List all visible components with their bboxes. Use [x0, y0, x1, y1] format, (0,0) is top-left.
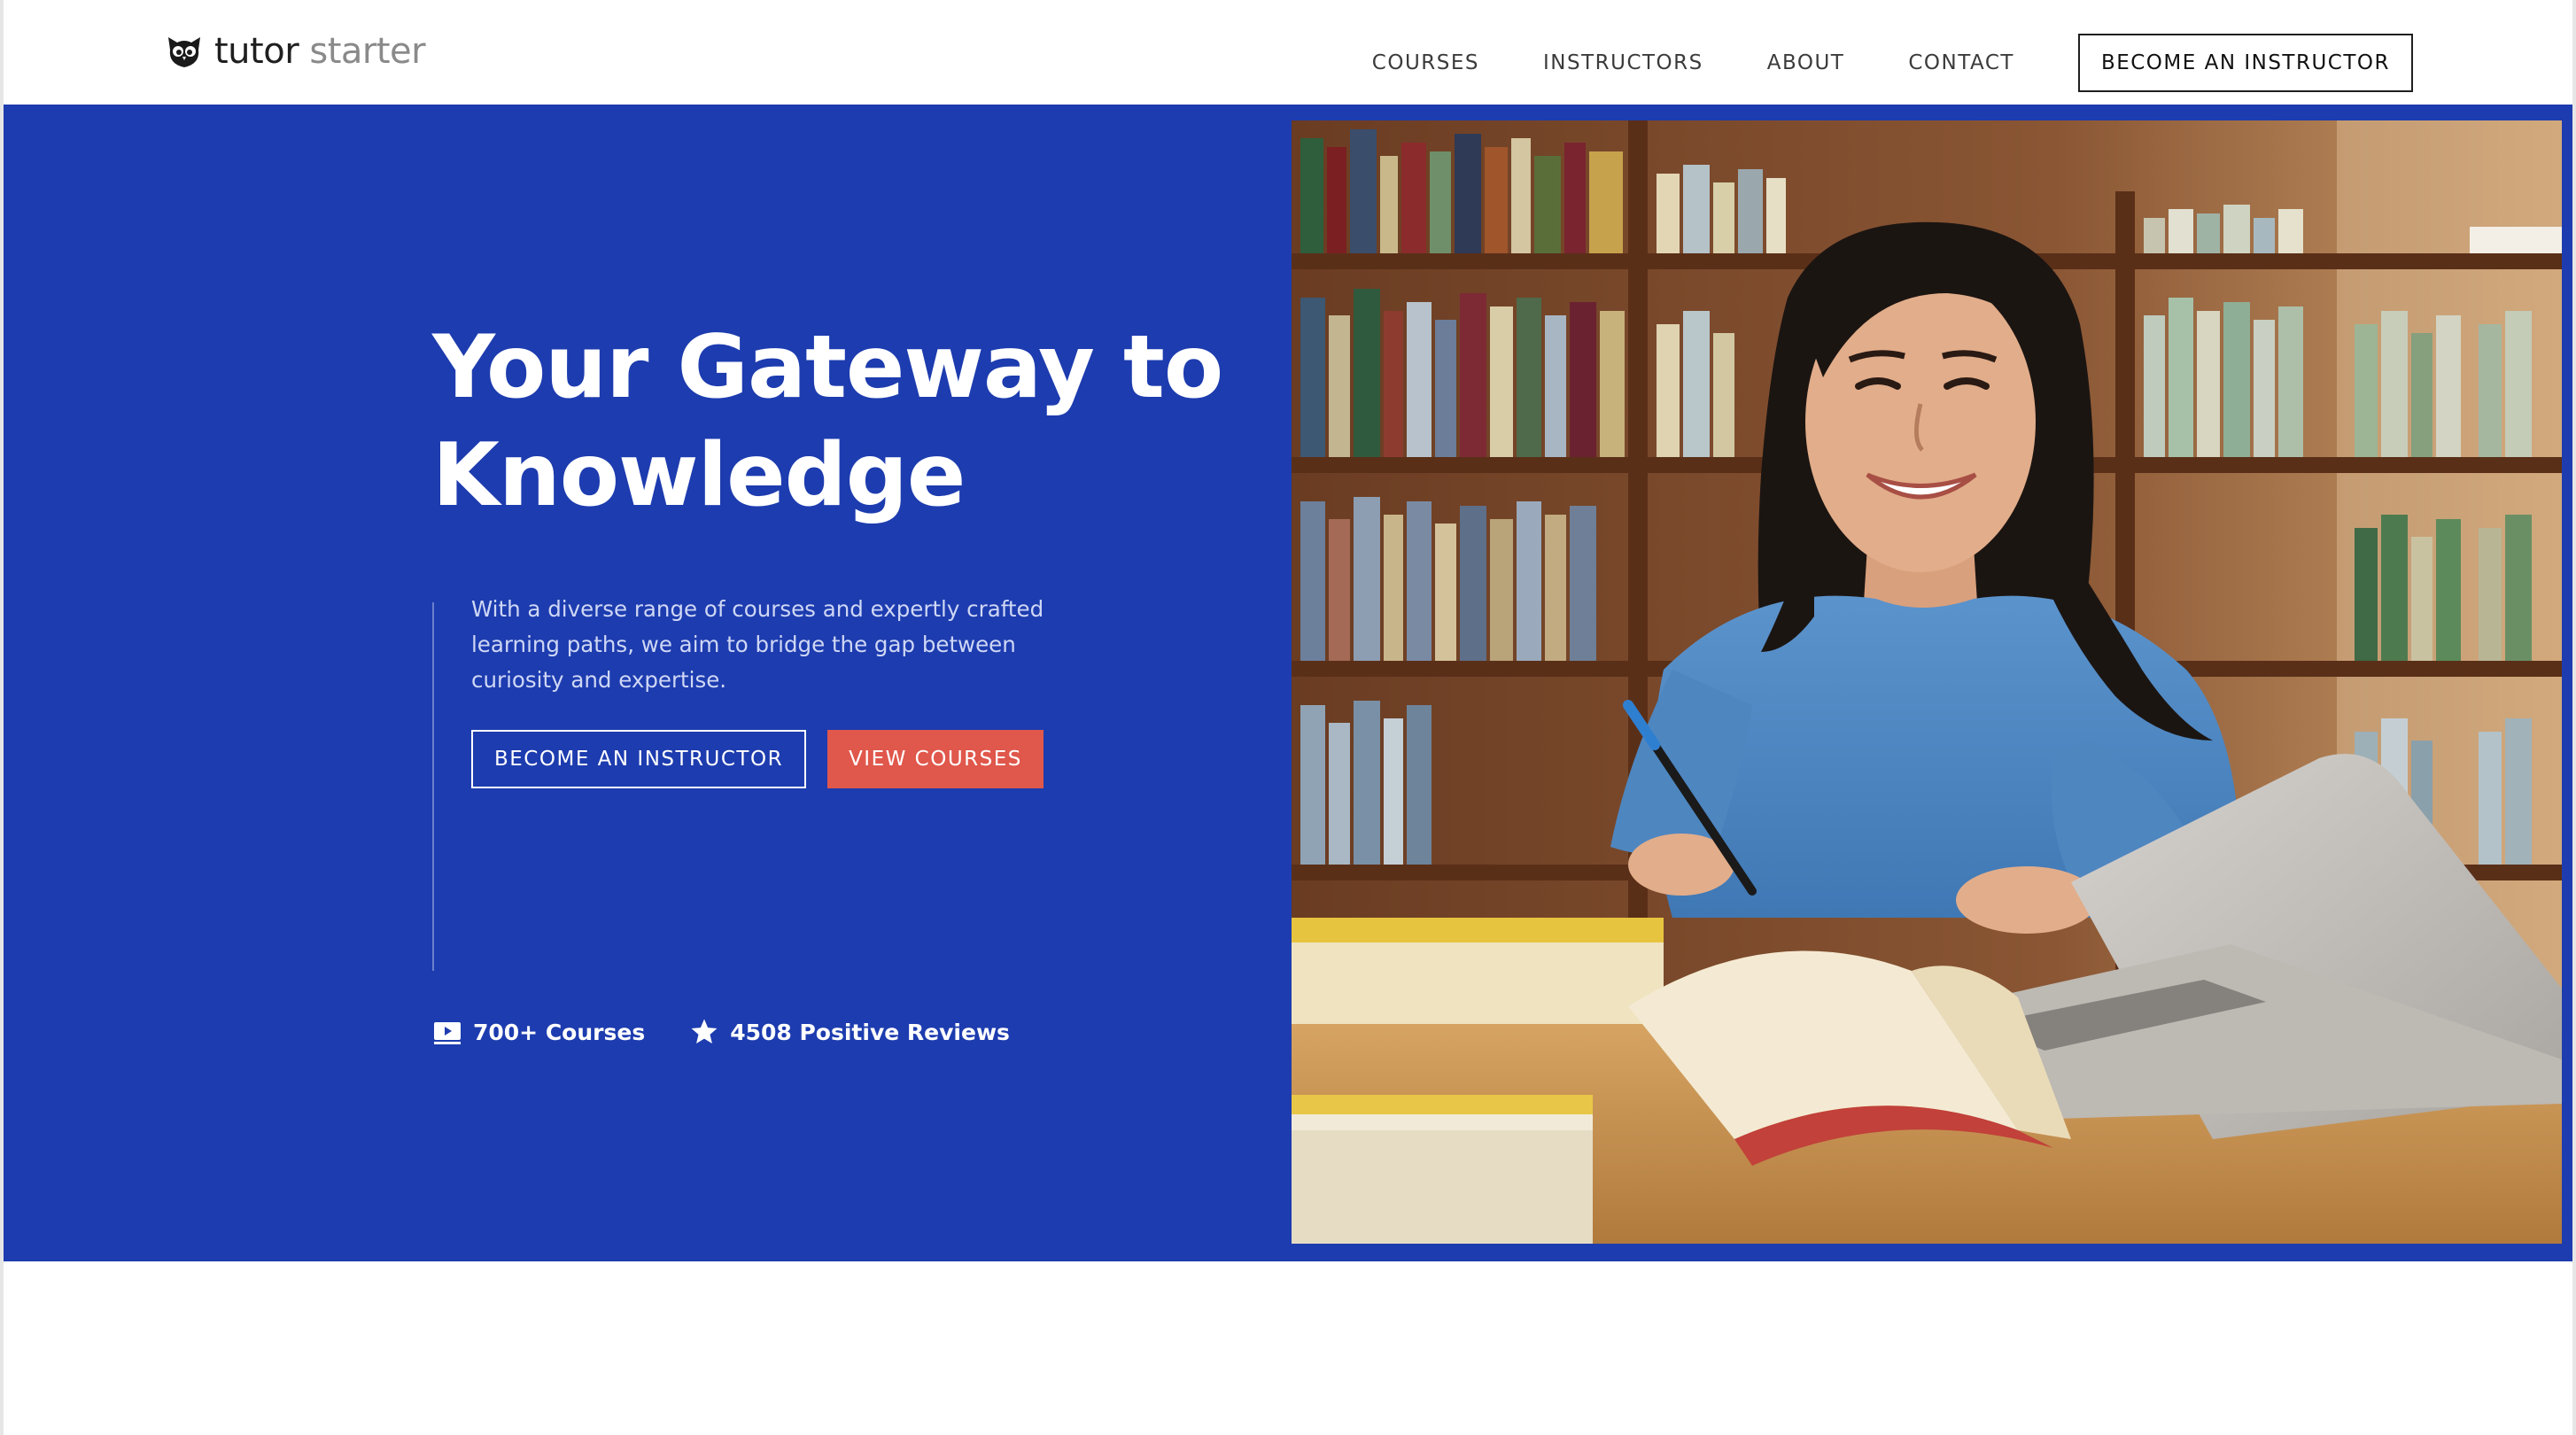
site-header: tutor starter COURSES INSTRUCTORS ABOUT …: [4, 0, 2572, 105]
view-courses-button[interactable]: VIEW COURSES: [827, 730, 1044, 788]
nav-link-contact[interactable]: CONTACT: [1908, 51, 2014, 74]
stat-reviews-label: 4508 Positive Reviews: [730, 1019, 1010, 1045]
star-icon: [689, 1017, 719, 1047]
video-icon: [432, 1017, 462, 1047]
nav-link-courses[interactable]: COURSES: [1372, 51, 1479, 74]
nav-link-instructors[interactable]: INSTRUCTORS: [1543, 51, 1703, 74]
hero-title: Your Gateway to Knowledge: [432, 314, 1230, 530]
hero-stats: 700+ Courses 4508 Positive Reviews: [432, 1017, 1054, 1047]
hero-title-line-2: Knowledge: [432, 425, 966, 526]
hero-vertical-divider: [432, 602, 434, 971]
brand-name-primary: tutor: [214, 31, 299, 72]
owl-icon: [165, 32, 204, 71]
stat-courses: 700+ Courses: [432, 1017, 645, 1047]
brand-name-secondary: starter: [309, 31, 426, 72]
hero-title-line-1: Your Gateway to: [432, 317, 1223, 418]
hero-become-instructor-button[interactable]: BECOME AN INSTRUCTOR: [471, 730, 807, 788]
stat-courses-label: 700+ Courses: [473, 1019, 646, 1045]
brand-logo[interactable]: tutor starter: [165, 30, 426, 73]
hero-content: Your Gateway to Knowledge With a diverse…: [4, 105, 1290, 1261]
hero-section: Your Gateway to Knowledge With a diverse…: [4, 105, 2572, 1261]
header-become-instructor-button[interactable]: BECOME AN INSTRUCTOR: [2077, 34, 2413, 92]
main-nav: COURSES INSTRUCTORS ABOUT CONTACT BECOME…: [1372, 34, 2413, 92]
hero-image-student-library: [1292, 120, 2562, 1244]
library-illustration: [1292, 120, 2562, 1244]
hero-actions: BECOME AN INSTRUCTOR VIEW COURSES: [471, 730, 1044, 788]
brand-name: tutor starter: [214, 31, 426, 72]
nav-link-about[interactable]: ABOUT: [1767, 51, 1845, 74]
hero-description: With a diverse range of courses and expe…: [471, 596, 1044, 693]
stat-reviews: 4508 Positive Reviews: [689, 1017, 1010, 1047]
page: tutor starter COURSES INSTRUCTORS ABOUT …: [0, 0, 2576, 1435]
